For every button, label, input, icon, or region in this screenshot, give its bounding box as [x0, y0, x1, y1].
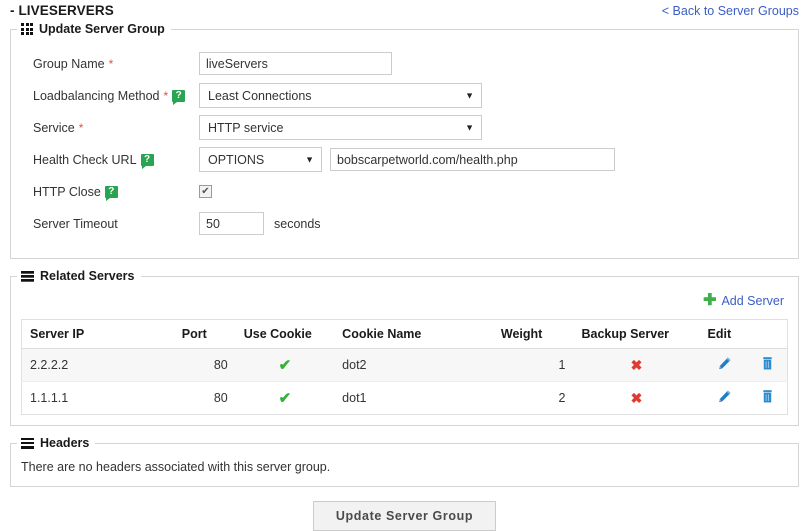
loadbalancing-method-label-text: Loadbalancing Method: [33, 89, 160, 103]
column-header-cookie-name: Cookie Name: [334, 320, 493, 349]
add-server-link[interactable]: Add Server: [721, 294, 784, 308]
table-row[interactable]: 1.1.1.1 80 ✔ dot1 2 ✖: [22, 382, 788, 415]
headers-legend: Headers: [17, 436, 95, 450]
page-root: - LIVESERVERS < Back to Server Groups Up…: [0, 0, 809, 525]
server-stack-icon: [21, 271, 34, 282]
update-server-group-form: Group Name * Loadbalancing Method * ? Lea…: [11, 36, 798, 258]
related-servers-table: Server IP Port Use Cookie Cookie Name We…: [21, 319, 788, 415]
field-row-service: Service * HTTP service ▼: [11, 114, 798, 141]
cell-use-cookie: ✔: [236, 349, 334, 382]
http-close-checkbox[interactable]: ✔: [199, 185, 212, 198]
headers-legend-label: Headers: [40, 436, 89, 450]
pencil-icon[interactable]: [717, 356, 732, 374]
cross-icon: ✖: [631, 390, 643, 406]
column-header-port: Port: [174, 320, 236, 349]
service-select[interactable]: HTTP service ▼: [199, 115, 482, 140]
column-header-weight: Weight: [493, 320, 574, 349]
check-icon: ✔: [279, 390, 292, 407]
update-server-group-button[interactable]: Update Server Group: [313, 501, 496, 531]
http-close-label-text: HTTP Close: [33, 185, 101, 199]
required-asterisk: *: [164, 89, 169, 103]
related-servers-panel: Related Servers ✚ Add Server Server IP P…: [10, 269, 799, 426]
add-server-row: ✚ Add Server: [21, 289, 788, 319]
back-to-server-groups-link[interactable]: < Back to Server Groups: [662, 4, 799, 18]
help-icon[interactable]: ?: [141, 154, 154, 166]
update-server-group-panel: Update Server Group Group Name * Loadbala…: [10, 22, 799, 259]
cell-delete: [749, 382, 788, 415]
chevron-down-icon: ▼: [465, 123, 474, 132]
health-check-method-select[interactable]: OPTIONS ▼: [199, 147, 322, 172]
check-icon: ✔: [279, 357, 292, 374]
cell-server-ip: 2.2.2.2: [22, 349, 174, 382]
hamburger-icon: [21, 438, 34, 449]
group-name-label-text: Group Name: [33, 57, 105, 71]
help-icon[interactable]: ?: [105, 186, 118, 198]
field-row-health-check-url: Health Check URL ? OPTIONS ▼: [11, 146, 798, 173]
column-header-delete: [749, 320, 788, 349]
column-header-backup-server: Backup Server: [573, 320, 699, 349]
cell-server-ip: 1.1.1.1: [22, 382, 174, 415]
table-row[interactable]: 2.2.2.2 80 ✔ dot2 1 ✖: [22, 349, 788, 382]
field-row-loadbalancing-method: Loadbalancing Method * ? Least Connectio…: [11, 82, 798, 109]
loadbalancing-method-value: Least Connections: [208, 89, 312, 103]
plus-icon[interactable]: ✚: [703, 293, 716, 309]
service-label-text: Service: [33, 121, 75, 135]
cell-use-cookie: ✔: [236, 382, 334, 415]
required-asterisk: *: [79, 121, 84, 135]
pencil-icon[interactable]: [717, 389, 732, 407]
update-server-group-legend-label: Update Server Group: [39, 22, 165, 36]
service-value: HTTP service: [208, 121, 283, 135]
health-check-method-value: OPTIONS: [208, 153, 264, 167]
help-icon[interactable]: ?: [172, 90, 185, 102]
loadbalancing-method-label: Loadbalancing Method * ?: [11, 89, 199, 103]
grid-icon: [21, 23, 33, 35]
update-server-group-legend: Update Server Group: [17, 22, 171, 36]
cell-backup-server: ✖: [573, 382, 699, 415]
health-check-url-label-text: Health Check URL: [33, 153, 137, 167]
field-row-group-name: Group Name *: [11, 50, 798, 77]
loadbalancing-method-select[interactable]: Least Connections ▼: [199, 83, 482, 108]
cell-port: 80: [174, 382, 236, 415]
chevron-down-icon: ▼: [465, 91, 474, 100]
group-name-label: Group Name *: [11, 57, 199, 71]
cell-weight: 1: [493, 349, 574, 382]
headers-empty-message: There are no headers associated with thi…: [11, 450, 798, 486]
chevron-down-icon: ▼: [305, 155, 314, 164]
related-servers-legend-label: Related Servers: [40, 269, 135, 283]
service-label: Service *: [11, 121, 199, 135]
column-header-server-ip: Server IP: [22, 320, 174, 349]
related-servers-body: ✚ Add Server Server IP Port Use Cookie C…: [11, 283, 798, 425]
cell-port: 80: [174, 349, 236, 382]
server-timeout-label-text: Server Timeout: [33, 217, 118, 231]
table-header-row: Server IP Port Use Cookie Cookie Name We…: [22, 320, 788, 349]
cell-cookie-name: dot2: [334, 349, 493, 382]
cell-weight: 2: [493, 382, 574, 415]
cross-icon: ✖: [631, 357, 643, 373]
form-footer: Update Server Group: [0, 497, 809, 531]
related-servers-legend: Related Servers: [17, 269, 141, 283]
trash-icon[interactable]: [761, 356, 774, 374]
cell-delete: [749, 349, 788, 382]
trash-icon[interactable]: [761, 389, 774, 407]
server-timeout-unit: seconds: [274, 217, 321, 231]
page-header: - LIVESERVERS < Back to Server Groups: [0, 0, 809, 22]
page-title: - LIVESERVERS: [10, 3, 114, 18]
column-header-edit: Edit: [700, 320, 749, 349]
health-check-url-label: Health Check URL ?: [11, 153, 199, 167]
health-check-url-input[interactable]: [330, 148, 615, 171]
headers-panel: Headers There are no headers associated …: [10, 436, 799, 487]
cell-edit: [700, 349, 749, 382]
cell-backup-server: ✖: [573, 349, 699, 382]
field-row-http-close: HTTP Close ? ✔: [11, 178, 798, 205]
cell-cookie-name: dot1: [334, 382, 493, 415]
http-close-label: HTTP Close ?: [11, 185, 199, 199]
column-header-use-cookie: Use Cookie: [236, 320, 334, 349]
server-timeout-label: Server Timeout: [11, 217, 199, 231]
required-asterisk: *: [109, 57, 114, 71]
server-timeout-input[interactable]: [199, 212, 264, 235]
group-name-input[interactable]: [199, 52, 392, 75]
field-row-server-timeout: Server Timeout seconds: [11, 210, 798, 237]
cell-edit: [700, 382, 749, 415]
